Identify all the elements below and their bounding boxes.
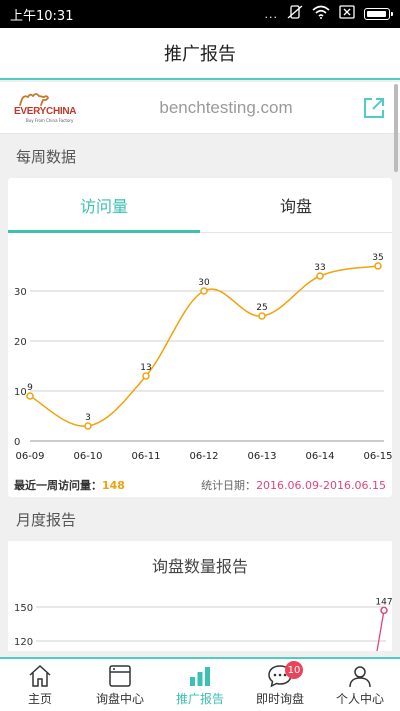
data-label: 13 — [140, 363, 151, 373]
nav-instant-inquiry[interactable]: 即时询盘 10 — [240, 659, 320, 711]
data-point — [380, 606, 388, 615]
y-tick-label: 150 — [14, 603, 33, 614]
data-point — [26, 392, 34, 400]
data-label: 25 — [256, 303, 267, 313]
y-tick-label: 20 — [14, 337, 27, 348]
tab-inquiries[interactable]: 询盘 — [200, 178, 392, 232]
nav-inquiry-center-label: 询盘中心 — [95, 691, 144, 706]
status-time: 上午10:31 — [10, 8, 74, 24]
data-point — [142, 372, 150, 380]
unread-badge: 10 — [285, 661, 303, 679]
weekly-total-value: 148 — [102, 479, 125, 492]
status-icons: ... — [264, 5, 393, 23]
user-icon — [349, 665, 371, 687]
camel-logo-icon — [19, 92, 50, 106]
monthly-card: 询盘数量报告 120 150 147 — [8, 541, 392, 651]
logo-tagline: Buy From China Factory — [26, 117, 74, 123]
status-bar: 上午10:31 ... — [0, 0, 400, 28]
external-link-button[interactable] — [360, 94, 388, 122]
inquiry-chart-svg: 120 150 147 — [14, 597, 392, 651]
y-tick-label: 0 — [14, 437, 20, 448]
nav-promo-report-label: 推广报告 — [175, 691, 224, 706]
brand-bar: EVERYCHINA Buy From China Factory bencht… — [0, 82, 400, 134]
data-label: 9 — [27, 383, 33, 393]
tab-visits[interactable]: 访问量 — [8, 178, 200, 233]
page-title: 推广报告 — [164, 44, 236, 65]
stat-date-label: 统计日期： — [201, 479, 257, 492]
external-link-icon — [364, 97, 384, 118]
site-domain: benchtesting.com — [159, 97, 293, 117]
weekly-card: 访问量 询盘 0 10 20 30 9 06-09 3 06-10 13 06-11 30 06-12… — [8, 178, 392, 497]
weekly-section-title: 每周数据 — [16, 147, 77, 166]
bar-chart-icon — [190, 666, 210, 686]
visits-chart-svg: 0 10 20 30 9 06-09 3 06-10 13 06-11 30 06-12 25 06-13… — [14, 253, 392, 462]
monthly-card-title: 询盘数量报告 — [151, 557, 248, 576]
x-tick-label: 06-15 — [363, 451, 392, 462]
data-point — [316, 272, 324, 280]
monthly-section-title: 月度报告 — [16, 510, 77, 529]
scrollbar[interactable] — [394, 84, 398, 172]
nav-instant-inquiry-label: 即时询盘 — [255, 691, 304, 706]
x-tick-label: 06-11 — [131, 451, 160, 462]
stat-date: 统计日期：2016.06.09-2016.06.15 — [201, 477, 386, 493]
y-tick-label: 10 — [14, 387, 27, 398]
data-point — [374, 262, 382, 270]
logo-brand-name: EVERYCHINA — [14, 105, 77, 117]
nav-home-label: 主页 — [27, 691, 52, 706]
weekly-total-label: 最近一周访问量： — [14, 479, 102, 492]
nav-profile[interactable]: 个人中心 — [320, 659, 400, 711]
bottom-nav: 主页 询盘中心 推广报告 即时询盘 10 个人中心 — [0, 657, 400, 711]
data-label: 30 — [198, 278, 210, 288]
nav-profile-label: 个人中心 — [335, 691, 384, 706]
main-content[interactable]: EVERYCHINA Buy From China Factory bencht… — [0, 82, 400, 657]
vibrate-off-icon — [287, 5, 303, 23]
y-tick-label: 120 — [14, 637, 33, 648]
x-tick-label: 06-14 — [305, 451, 334, 462]
home-icon — [29, 664, 51, 687]
everychina-logo: EVERYCHINA Buy From China Factory — [12, 91, 92, 125]
x-tick-label: 06-10 — [73, 451, 102, 462]
stat-date-value: 2016.06.09-2016.06.15 — [256, 479, 386, 492]
y-tick-label: 30 — [14, 287, 27, 298]
visits-chart: 0 10 20 30 9 06-09 3 06-10 13 06-11 30 06-12 25 06-13… — [8, 233, 392, 473]
data-label: 147 — [375, 597, 392, 607]
nav-home[interactable]: 主页 — [0, 659, 80, 711]
nav-inquiry-center[interactable]: 询盘中心 — [80, 659, 160, 711]
data-point — [84, 422, 92, 430]
data-point — [258, 312, 266, 320]
x-tick-label: 06-09 — [15, 451, 44, 462]
wifi-icon — [312, 5, 330, 23]
data-label: 3 — [85, 413, 91, 423]
inquiry-line — [376, 610, 385, 651]
weekly-total: 最近一周访问量：148 — [14, 477, 125, 493]
x-tick-label: 06-12 — [189, 451, 218, 462]
inbox-icon — [109, 664, 131, 687]
weekly-tabs: 访问量 询盘 — [8, 178, 392, 233]
data-label: 33 — [314, 263, 325, 273]
data-label: 35 — [372, 253, 383, 263]
more-dots-icon: ... — [264, 7, 278, 21]
battery-icon — [364, 8, 393, 20]
app-header: 推广报告 — [0, 28, 400, 80]
no-sim-icon — [339, 5, 355, 23]
nav-promo-report[interactable]: 推广报告 — [160, 659, 240, 711]
x-tick-label: 06-13 — [247, 451, 276, 462]
weekly-summary: 最近一周访问量：148 统计日期：2016.06.09-2016.06.15 — [8, 473, 392, 497]
data-point — [200, 287, 208, 295]
